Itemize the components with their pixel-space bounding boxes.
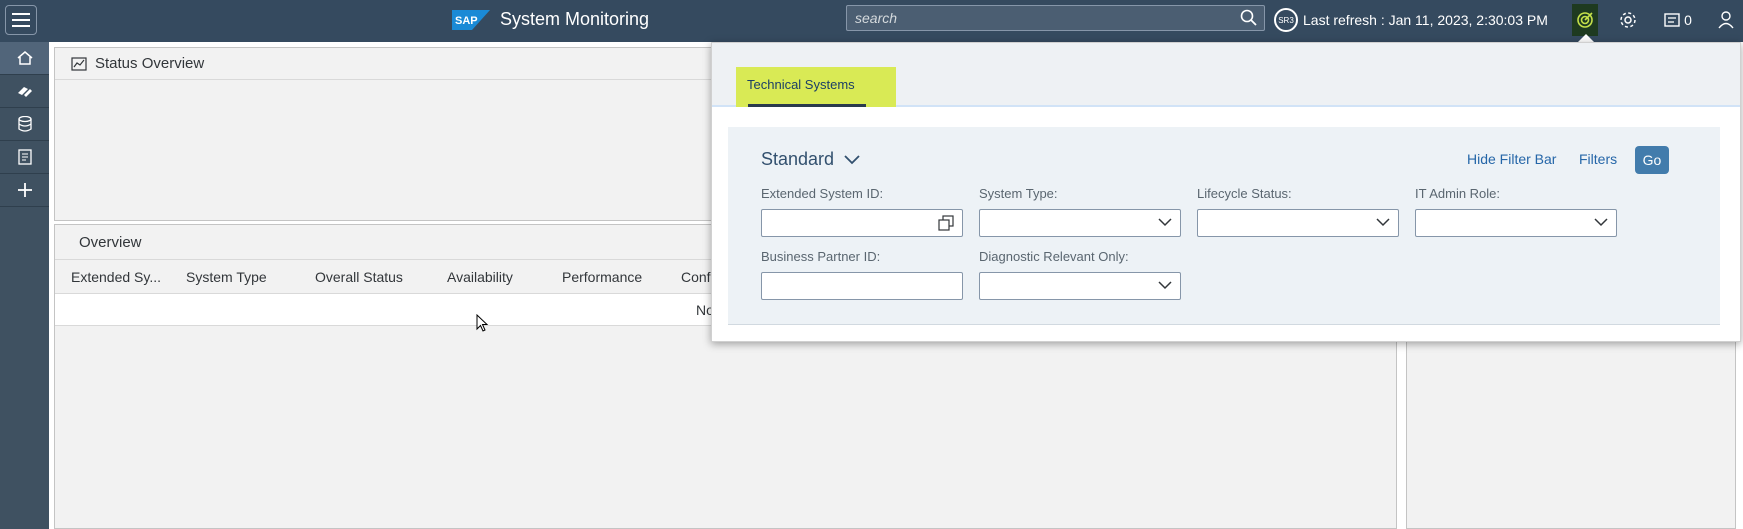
tab-selected-indicator <box>748 104 866 107</box>
nav-home[interactable] <box>0 42 49 75</box>
lifecycle-status-select[interactable] <box>1197 209 1399 237</box>
field-label: Business Partner ID: <box>761 249 881 264</box>
business-partner-id-field[interactable] <box>761 272 963 300</box>
user-button[interactable] <box>1716 6 1736 34</box>
nav-database[interactable] <box>0 108 49 141</box>
notifications-button[interactable]: 0 <box>1658 6 1698 34</box>
system-badge: SR3 <box>1274 8 1298 32</box>
user-icon <box>1718 11 1734 29</box>
sap-logo-icon: SAP <box>452 9 490 30</box>
diagnostic-relevant-select[interactable] <box>979 272 1181 300</box>
report-icon <box>17 149 32 165</box>
popover-arrow <box>1578 34 1594 42</box>
value-help-icon[interactable] <box>938 215 954 231</box>
notifications-icon <box>1664 13 1680 27</box>
filter-popover: Technical Systems Standard Hide Filter B… <box>711 42 1741 342</box>
column-header[interactable]: Performance <box>562 269 642 285</box>
target-icon <box>1577 12 1593 28</box>
hamburger-icon <box>12 13 30 27</box>
nav-add[interactable] <box>0 174 49 207</box>
notifications-count: 0 <box>1684 12 1692 28</box>
chevron-down-icon <box>1594 218 1608 227</box>
home-icon <box>17 51 32 65</box>
svg-text:SAP: SAP <box>455 15 478 27</box>
column-header[interactable]: Conf <box>681 269 711 285</box>
extended-system-id-field[interactable] <box>761 209 963 237</box>
target-button[interactable] <box>1572 4 1598 36</box>
variant-selector[interactable]: Standard <box>761 149 860 170</box>
nav-systems[interactable] <box>0 75 49 108</box>
shell-bar: SAP System Monitoring SR3 Last refresh :… <box>0 0 1743 42</box>
nav-reports[interactable] <box>0 141 49 174</box>
column-header[interactable]: Extended Sy... <box>71 269 161 285</box>
filters-link[interactable]: Filters <box>1579 151 1617 167</box>
field-label: IT Admin Role: <box>1415 186 1501 201</box>
column-header[interactable]: Overall Status <box>315 269 403 285</box>
mouse-cursor-icon <box>476 314 489 332</box>
field-label: System Type: <box>979 186 1058 201</box>
last-refresh: SR3 Last refresh : Jan 11, 2023, 2:30:03… <box>1274 8 1548 32</box>
overview-title: Overview <box>79 233 142 251</box>
systems-icon <box>17 87 32 97</box>
filter-bar: Standard Hide Filter Bar Filters Go Exte… <box>728 127 1720 325</box>
status-overview-title: Status Overview <box>95 55 205 72</box>
app-title: System Monitoring <box>500 9 650 29</box>
chart-icon <box>71 56 87 71</box>
system-type-select[interactable] <box>979 209 1181 237</box>
tab-bar: Technical Systems <box>712 43 1740 107</box>
it-admin-role-select[interactable] <box>1415 209 1617 237</box>
search-box[interactable] <box>846 5 1265 31</box>
chevron-down-icon <box>1158 281 1172 290</box>
last-refresh-text: Last refresh : Jan 11, 2023, 2:30:03 PM <box>1303 12 1548 28</box>
tab-label: Technical Systems <box>747 77 855 92</box>
column-header[interactable]: Availability <box>447 269 513 285</box>
database-icon <box>17 116 32 132</box>
field-label: Lifecycle Status: <box>1197 186 1292 201</box>
field-label: Extended System ID: <box>761 186 884 201</box>
go-button[interactable]: Go <box>1635 146 1669 174</box>
search-input[interactable] <box>855 6 1225 30</box>
brand: SAP System Monitoring <box>452 9 649 30</box>
plus-icon <box>17 183 32 197</box>
gear-icon <box>1620 12 1636 28</box>
side-navigation <box>0 42 49 529</box>
variant-label: Standard <box>761 149 835 169</box>
tab-technical-systems[interactable]: Technical Systems <box>736 67 896 107</box>
field-label: Diagnostic Relevant Only: <box>979 249 1129 264</box>
settings-button[interactable] <box>1616 6 1640 34</box>
column-header[interactable]: System Type <box>186 269 267 285</box>
chevron-down-icon <box>1376 218 1390 227</box>
chevron-down-icon <box>1158 218 1172 227</box>
chevron-down-icon <box>844 154 860 164</box>
hide-filter-bar-link[interactable]: Hide Filter Bar <box>1467 151 1556 167</box>
search-icon[interactable] <box>1240 9 1258 27</box>
menu-button[interactable] <box>5 5 37 35</box>
